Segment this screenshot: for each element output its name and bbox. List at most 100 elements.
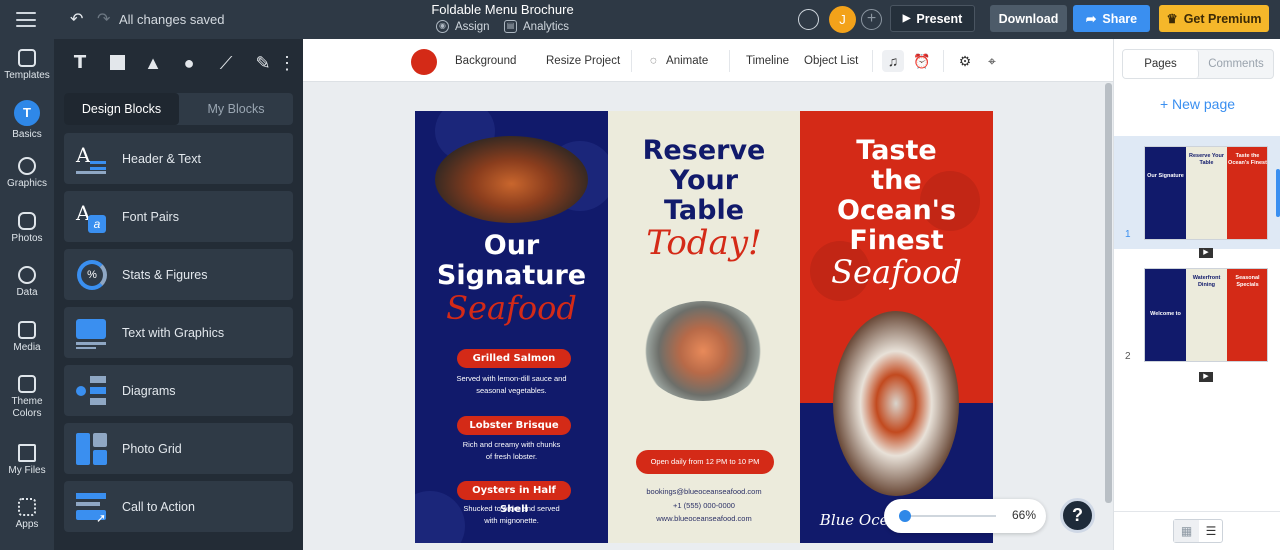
menu-item-desc[interactable]: Rich and creamy with chunks xyxy=(415,439,608,451)
download-button[interactable]: Download xyxy=(990,5,1067,32)
icon-rail: Templates T Basics Graphics Photos Data … xyxy=(0,39,54,550)
left-heading-line2[interactable]: Signature xyxy=(415,261,608,291)
block-diagrams[interactable]: Diagrams xyxy=(64,365,293,416)
contact-phone[interactable]: +1 (555) 000-0000 xyxy=(608,499,800,512)
line-tool-icon[interactable]: ⟋ xyxy=(213,51,239,75)
circle-tool-icon[interactable]: ● xyxy=(176,51,202,75)
triangle-tool-icon[interactable]: ▲ xyxy=(140,51,166,75)
settings-gear-icon[interactable]: ⚙ xyxy=(954,50,976,72)
left-heading-line1[interactable]: Our xyxy=(415,231,608,261)
seafood-platter-photo[interactable] xyxy=(640,301,766,401)
transition-icon[interactable]: ▶ xyxy=(1199,372,1213,382)
timeline-button[interactable]: Timeline xyxy=(746,55,789,67)
menu-item-pill[interactable]: Lobster Brisque xyxy=(457,416,571,435)
brochure-panel-middle[interactable]: Reserve Your Table Today! Open daily fro… xyxy=(608,111,800,543)
block-stats-figures[interactable]: % Stats & Figures xyxy=(64,249,293,300)
opening-hours-pill[interactable]: Open daily from 12 PM to 10 PM xyxy=(636,450,774,474)
right-heading-line3[interactable]: Ocean's xyxy=(800,196,993,226)
alarm-icon[interactable]: ⏰ xyxy=(911,50,933,72)
new-page-button[interactable]: + New page xyxy=(1114,96,1280,112)
comment-icon[interactable] xyxy=(798,9,819,30)
block-header-text[interactable]: A Header & Text xyxy=(64,133,293,184)
present-button[interactable]: ▶ Present xyxy=(890,5,975,32)
middle-heading-line2[interactable]: Your xyxy=(608,166,800,196)
rail-item-templates[interactable]: Templates xyxy=(0,49,54,82)
rail-label: Graphics xyxy=(6,178,47,189)
page-thumbnail[interactable]: Welcome to Waterfront Dining Seasonal Sp… xyxy=(1144,268,1268,362)
rail-item-media[interactable]: Media xyxy=(0,321,54,354)
block-photo-grid[interactable]: Photo Grid xyxy=(64,423,293,474)
menu-item-desc[interactable]: seasonal vegetables. xyxy=(415,385,608,397)
right-heading-line1[interactable]: Taste xyxy=(800,136,993,166)
menu-item-desc[interactable]: with mignonette. xyxy=(415,515,608,527)
tab-my-blocks[interactable]: My Blocks xyxy=(179,93,293,125)
zoom-value[interactable]: 66% xyxy=(1012,508,1036,522)
block-font-pairs[interactable]: Aa Font Pairs xyxy=(64,191,293,242)
brochure-panel-right[interactable]: Taste the Ocean's Finest Seafood Blue Oc… xyxy=(800,111,993,543)
right-heading-line4[interactable]: Finest xyxy=(800,226,993,256)
list-view-icon[interactable]: ☰ xyxy=(1199,520,1223,542)
premium-label: Get Premium xyxy=(1183,11,1262,26)
page-thumbnail[interactable]: Our Signature Reserve Your Table Taste t… xyxy=(1144,146,1268,240)
zoom-slider-handle[interactable] xyxy=(899,510,911,522)
rail-item-photos[interactable]: Photos xyxy=(0,212,54,245)
play-icon: ▶ xyxy=(902,13,911,24)
background-color-swatch[interactable] xyxy=(411,49,437,75)
avatar[interactable]: J xyxy=(829,6,856,33)
share-label: Share xyxy=(1102,11,1138,26)
grid-view-icon[interactable]: ▦ xyxy=(1174,520,1199,542)
rail-label: Templates xyxy=(4,70,50,81)
rail-item-data[interactable]: Data xyxy=(0,266,54,299)
tab-pages[interactable]: Pages xyxy=(1123,50,1199,78)
help-button[interactable]: ? xyxy=(1060,498,1095,533)
analytics-button[interactable]: ▤ Analytics xyxy=(504,20,569,33)
middle-heading-line1[interactable]: Reserve xyxy=(608,136,800,166)
menu-item-pill[interactable]: Oysters in Half Shell xyxy=(457,481,571,515)
right-script-heading[interactable]: Seafood xyxy=(800,253,993,291)
object-list-button[interactable]: Object List xyxy=(804,55,858,67)
zoom-slider-track[interactable] xyxy=(904,515,996,517)
lobster-dish-photo[interactable] xyxy=(833,311,959,496)
rail-label: Photos xyxy=(11,233,43,244)
get-premium-button[interactable]: ♛ Get Premium xyxy=(1159,5,1269,32)
tab-comments[interactable]: Comments xyxy=(1199,50,1273,78)
animate-button[interactable]: ◌ Animate xyxy=(650,55,708,67)
share-button[interactable]: ➦ Share xyxy=(1073,5,1150,32)
page-thumbnail-row-selected[interactable]: 1 Our Signature Reserve Your Table Taste… xyxy=(1114,136,1280,258)
menu-item-desc[interactable]: Served with lemon-dill sauce and xyxy=(415,373,608,385)
menu-item-pill[interactable]: Grilled Salmon xyxy=(457,349,571,368)
middle-heading-line3[interactable]: Table xyxy=(608,196,800,226)
assign-button[interactable]: ◉ Assign xyxy=(436,20,490,33)
tab-design-blocks[interactable]: Design Blocks xyxy=(64,93,179,125)
magic-resize-icon[interactable]: ⌖ xyxy=(981,50,1003,72)
music-icon[interactable]: ♫ xyxy=(882,50,904,72)
rail-item-apps[interactable]: Apps xyxy=(0,498,54,531)
basics-icon: T xyxy=(14,100,40,126)
right-heading-line2[interactable]: the xyxy=(800,166,993,196)
pages-scrollbar[interactable] xyxy=(1276,169,1280,217)
background-button[interactable]: Background xyxy=(455,55,516,67)
canvas-scrollbar[interactable] xyxy=(1105,83,1112,503)
rectangle-tool-icon[interactable] xyxy=(104,51,130,75)
transition-icon[interactable]: ▶ xyxy=(1199,248,1213,258)
brochure-panel-left[interactable]: Our Signature Seafood Grilled Salmon Ser… xyxy=(415,111,615,543)
middle-script-heading[interactable]: Today! xyxy=(608,223,800,263)
rail-item-basics[interactable]: T Basics xyxy=(0,100,54,141)
brush-tool-icon[interactable]: ✎ xyxy=(250,51,276,75)
block-call-to-action[interactable]: ➚ Call to Action xyxy=(64,481,293,532)
block-text-with-graphics[interactable]: Text with Graphics xyxy=(64,307,293,358)
text-tool-icon[interactable]: T xyxy=(67,51,93,75)
brochure-page[interactable]: Our Signature Seafood Grilled Salmon Ser… xyxy=(415,111,993,543)
grilled-shrimp-photo[interactable] xyxy=(435,136,588,223)
add-collaborator-icon[interactable]: + xyxy=(861,9,882,30)
contact-website[interactable]: www.blueoceanseafood.com xyxy=(608,512,800,525)
menu-item-desc[interactable]: of fresh lobster. xyxy=(415,451,608,463)
menu-item-desc[interactable]: Shucked to order and served xyxy=(415,503,608,515)
rail-item-theme-colors[interactable]: Theme Colors xyxy=(0,375,54,420)
rail-item-my-files[interactable]: My Files xyxy=(0,444,54,477)
more-tools-icon[interactable]: ⋮ xyxy=(278,51,296,75)
resize-project-button[interactable]: Resize Project xyxy=(546,55,620,67)
rail-item-graphics[interactable]: Graphics xyxy=(0,157,54,190)
left-script-heading[interactable]: Seafood xyxy=(415,289,608,327)
contact-email[interactable]: bookings@blueoceanseafood.com xyxy=(608,485,800,498)
